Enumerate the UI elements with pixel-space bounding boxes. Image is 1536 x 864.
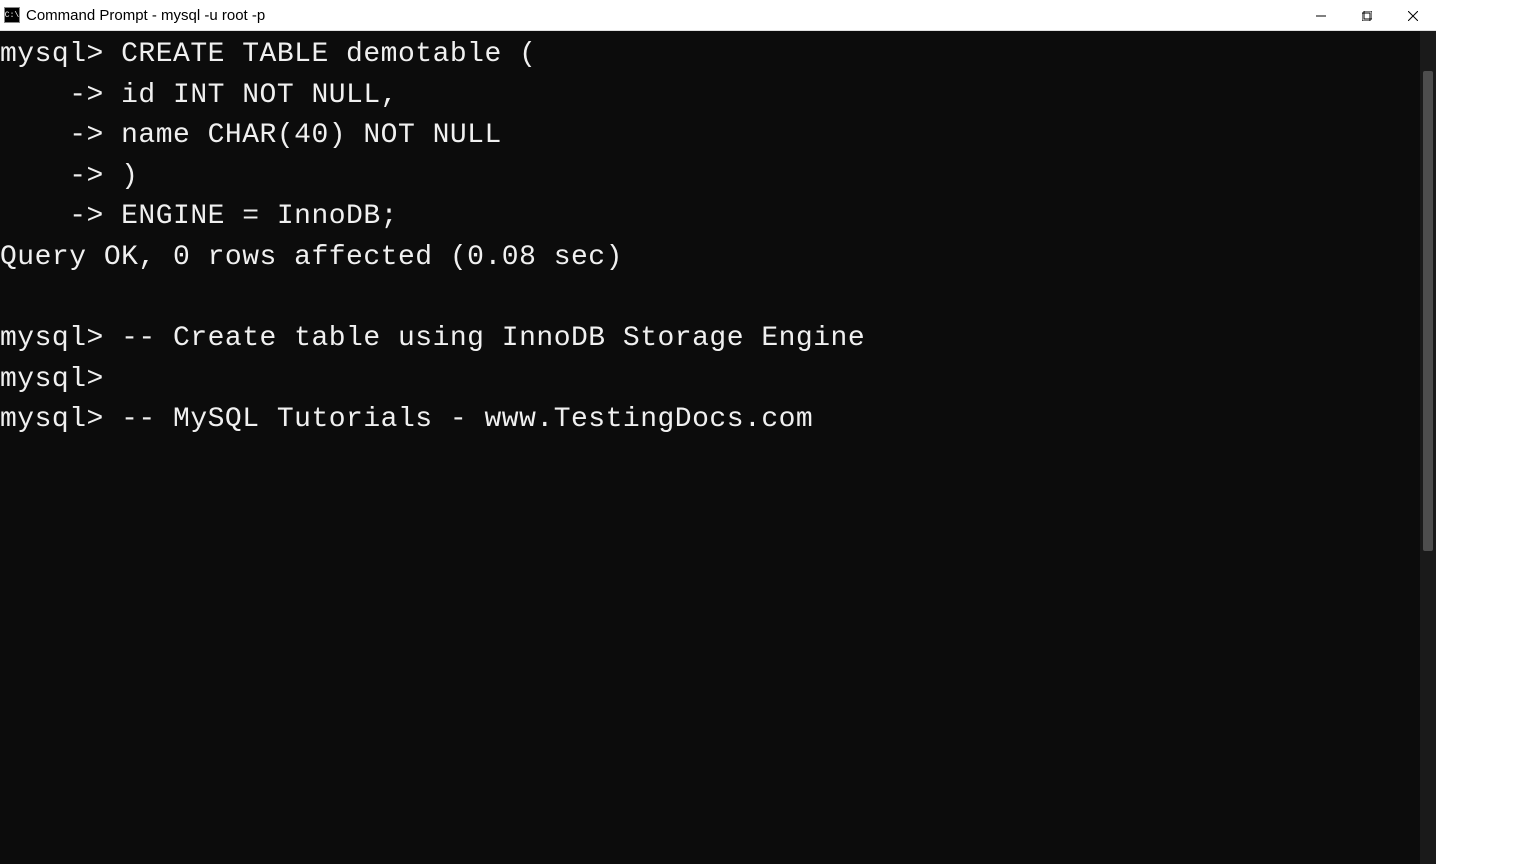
terminal-line: mysql>: [0, 364, 104, 395]
close-button[interactable]: [1390, 0, 1436, 31]
scrollbar-thumb[interactable]: [1423, 71, 1433, 551]
terminal-line: -> name CHAR(40) NOT NULL: [0, 120, 502, 151]
window-controls: [1298, 0, 1436, 30]
terminal-body[interactable]: mysql> CREATE TABLE demotable ( -> id IN…: [0, 31, 1436, 864]
terminal-output: mysql> CREATE TABLE demotable ( -> id IN…: [0, 31, 1436, 441]
scrollbar[interactable]: [1420, 31, 1436, 864]
titlebar[interactable]: C:\ Command Prompt - mysql -u root -p: [0, 0, 1436, 31]
terminal-line: mysql> CREATE TABLE demotable (: [0, 39, 536, 70]
terminal-line: Query OK, 0 rows affected (0.08 sec): [0, 242, 623, 273]
minimize-icon: [1316, 11, 1326, 21]
terminal-line: -> id INT NOT NULL,: [0, 80, 398, 111]
cmd-icon: C:\: [4, 7, 20, 23]
terminal-line: mysql> -- Create table using InnoDB Stor…: [0, 323, 865, 354]
command-prompt-window: C:\ Command Prompt - mysql -u root -p: [0, 0, 1436, 864]
terminal-line: -> ENGINE = InnoDB;: [0, 201, 398, 232]
terminal-line: -> ): [0, 161, 138, 192]
maximize-button[interactable]: [1344, 0, 1390, 31]
window-title: Command Prompt - mysql -u root -p: [26, 7, 1298, 24]
close-icon: [1408, 11, 1418, 21]
terminal-line: mysql> -- MySQL Tutorials - www.TestingD…: [0, 404, 813, 435]
maximize-icon: [1362, 11, 1372, 21]
minimize-button[interactable]: [1298, 0, 1344, 31]
